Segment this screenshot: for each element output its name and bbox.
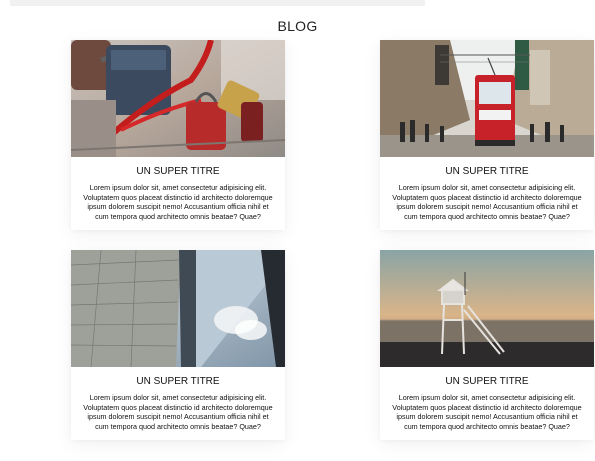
padlocks-photo: [71, 40, 285, 157]
tram-street-photo: [380, 40, 594, 157]
card-title[interactable]: UN SUPER TITRE: [380, 376, 594, 387]
card-text: Lorem ipsum dolor sit, amet consectetur …: [83, 183, 273, 222]
card-title[interactable]: UN SUPER TITRE: [71, 376, 285, 387]
page-title: BLOG: [277, 18, 318, 34]
sail-photo: [71, 250, 285, 367]
top-bar: [10, 0, 425, 6]
blog-card[interactable]: UN SUPER TITRE Lorem ipsum dolor sit, am…: [71, 250, 285, 440]
card-text: Lorem ipsum dolor sit, amet consectetur …: [392, 183, 582, 222]
card-text: Lorem ipsum dolor sit, amet consectetur …: [83, 393, 273, 432]
card-title[interactable]: UN SUPER TITRE: [380, 166, 594, 177]
blog-card[interactable]: UN SUPER TITRE Lorem ipsum dolor sit, am…: [380, 40, 594, 230]
blog-card[interactable]: UN SUPER TITRE Lorem ipsum dolor sit, am…: [380, 250, 594, 440]
lifeguard-tower-photo: [380, 250, 594, 367]
blog-card[interactable]: UN SUPER TITRE Lorem ipsum dolor sit, am…: [71, 40, 285, 230]
card-text: Lorem ipsum dolor sit, amet consectetur …: [392, 393, 582, 432]
card-title[interactable]: UN SUPER TITRE: [71, 166, 285, 177]
